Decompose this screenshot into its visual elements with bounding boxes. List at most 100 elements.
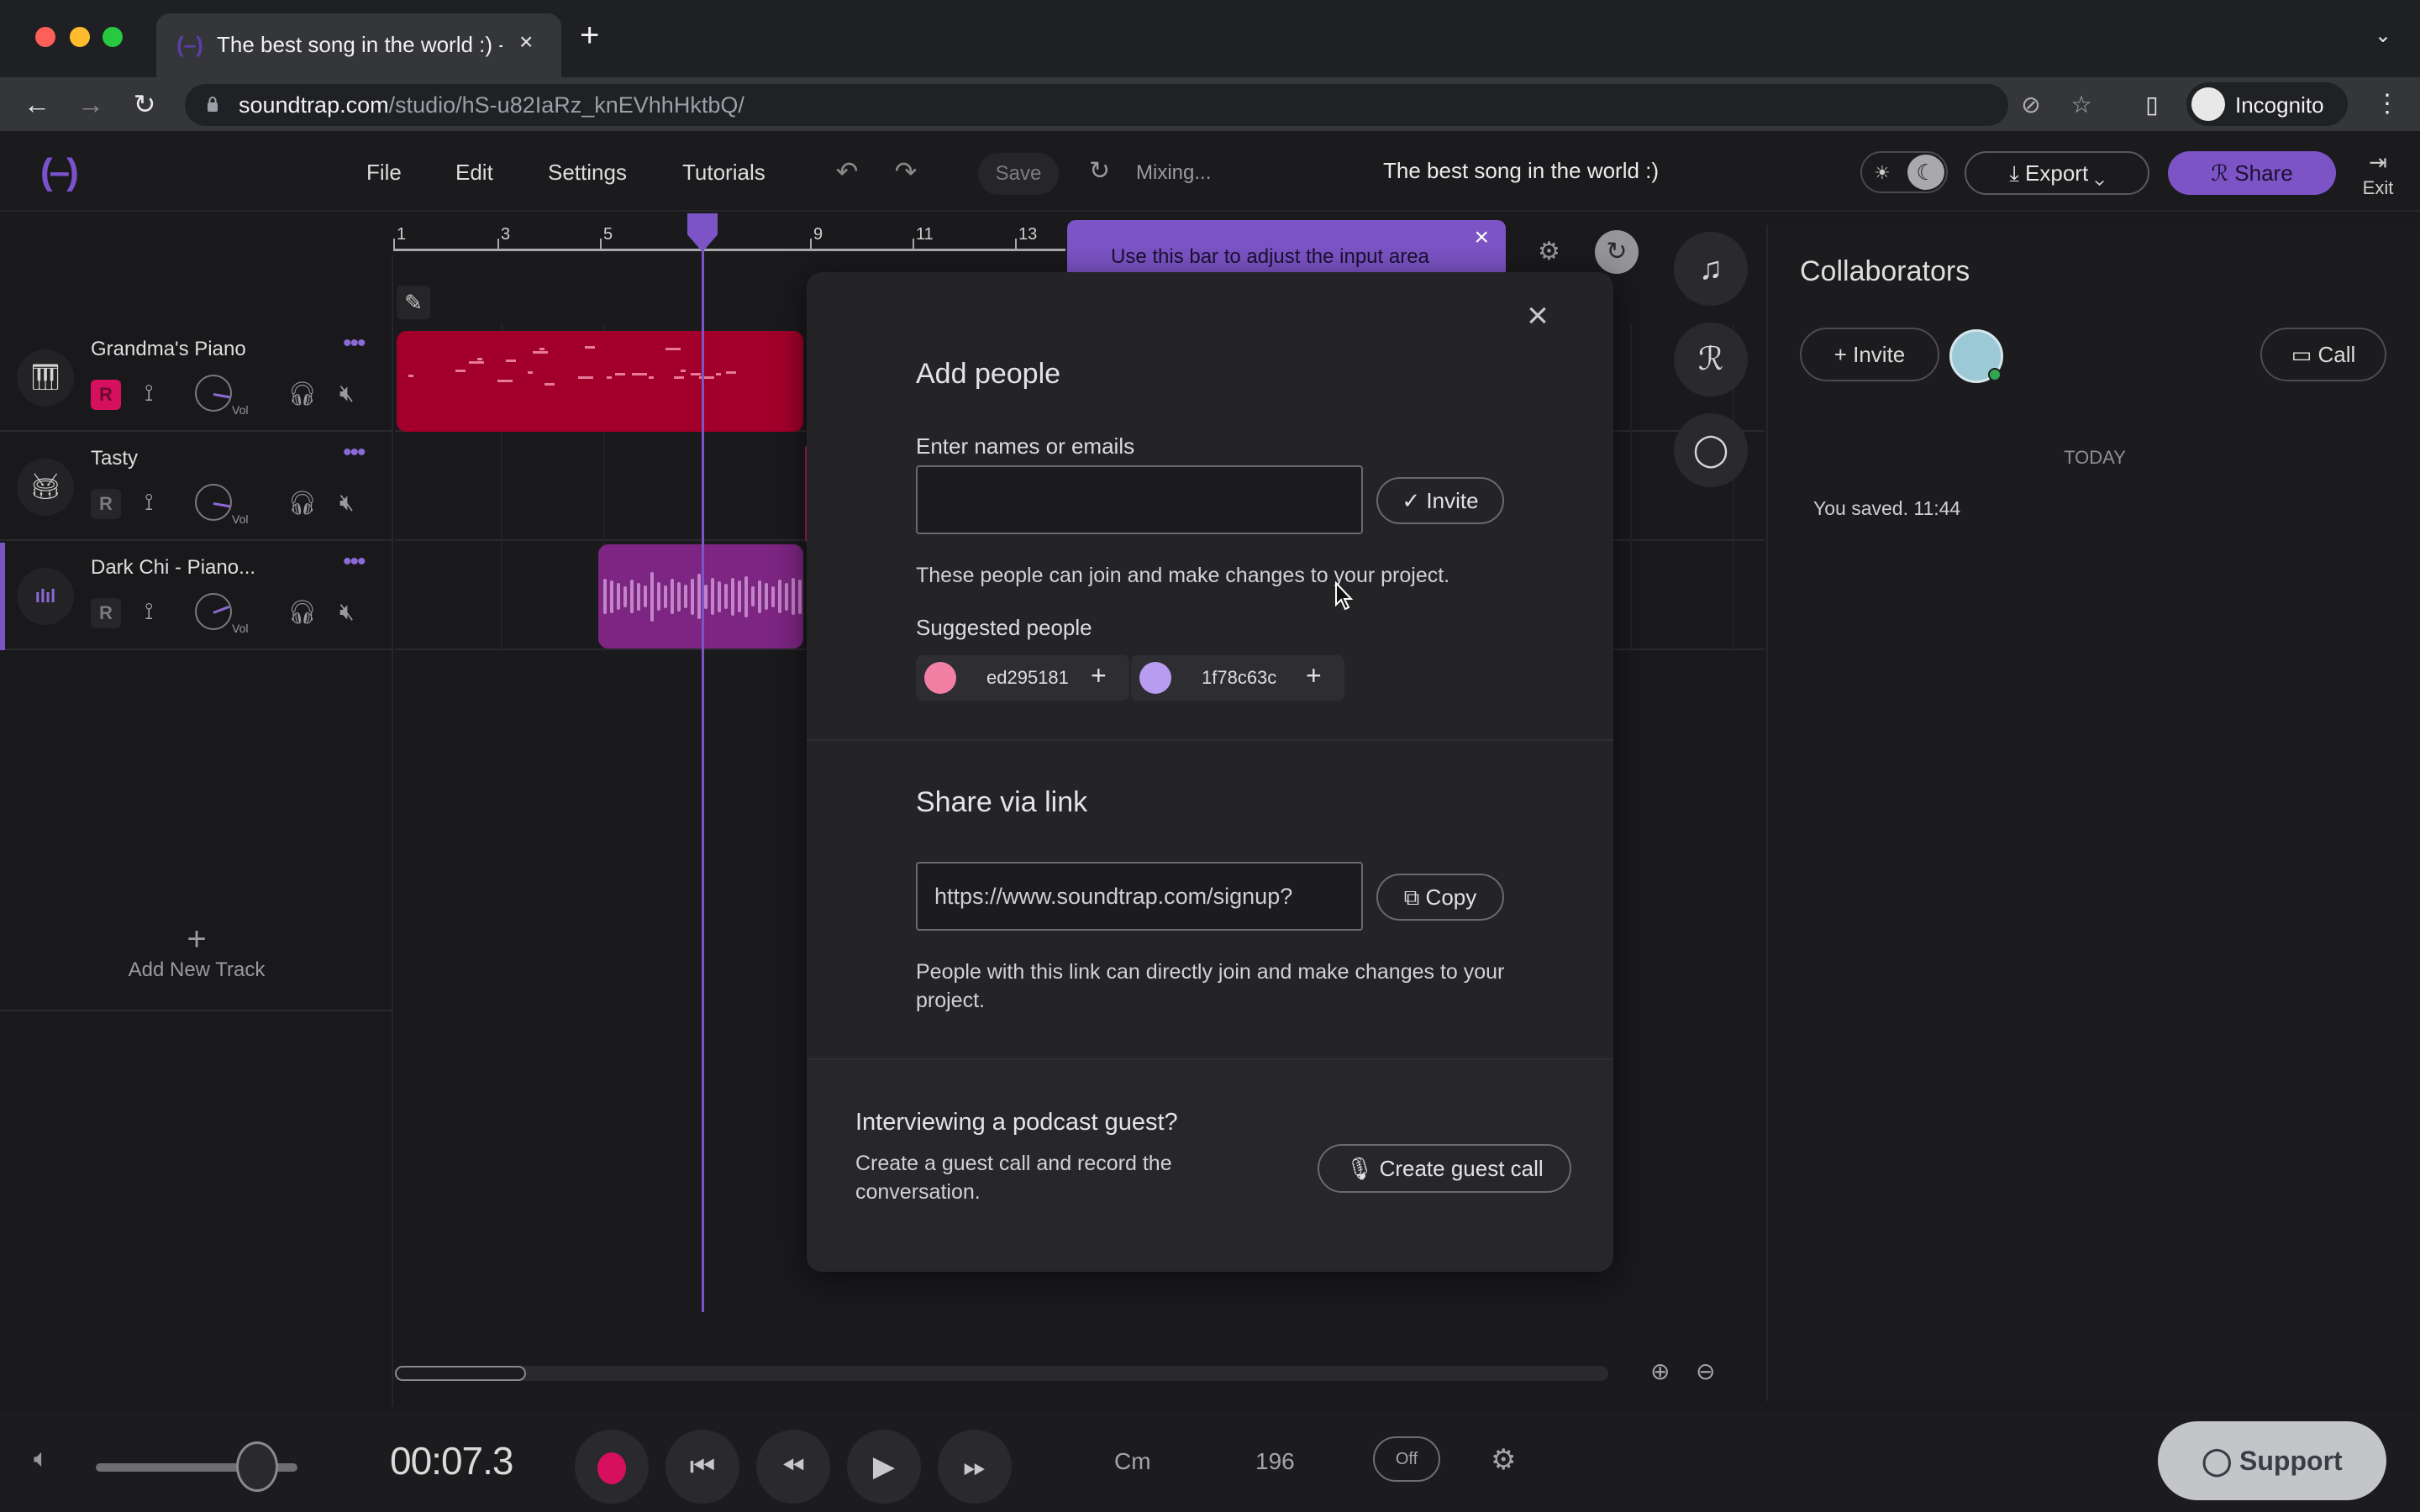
forward-arrow-icon[interactable]: → [76, 89, 106, 119]
record-arm-button[interactable]: R [91, 598, 121, 628]
zoom-out-icon[interactable]: ⊖ [1696, 1357, 1715, 1385]
bookmark-star-icon[interactable]: ☆ [2069, 92, 2094, 118]
volume-knob[interactable] [195, 593, 232, 630]
support-button[interactable]: ◯ Support [2158, 1421, 2386, 1500]
track-header[interactable]: ılıl Dark Chi - Piano... ••• R ⟟ Vol 🎧︎ … [0, 543, 393, 650]
key-selector[interactable]: Cm [1114, 1448, 1151, 1475]
save-button[interactable]: Save [978, 153, 1059, 195]
horizontal-scrollbar[interactable] [395, 1366, 1608, 1381]
window-close-button[interactable] [35, 27, 55, 47]
track-name[interactable]: Grandma's Piano [91, 338, 246, 361]
grid-line [1630, 324, 1632, 652]
project-title[interactable]: The best song in the world :) [1383, 158, 1659, 184]
browser-tab[interactable]: (–) The best song in the world :) - × [156, 13, 561, 77]
url-path: /studio/hS-u82IaRz_knEVhhHktbQ/ [388, 92, 744, 118]
track-more-options-icon[interactable]: ••• [343, 438, 366, 467]
audio-region-dark-chi[interactable] [598, 544, 803, 648]
collaborators-icon[interactable]: ℛ [1674, 323, 1748, 396]
invite-button[interactable]: ✓ Invite [1376, 477, 1504, 524]
knob-needle [213, 605, 230, 614]
mute-speaker-icon[interactable]: 🔇︎ [339, 380, 355, 407]
master-volume-thumb[interactable] [236, 1441, 278, 1492]
automation-icon[interactable]: ⟟ [145, 489, 153, 517]
soundtrap-logo[interactable]: (–) [40, 151, 79, 193]
address-bar[interactable]: soundtrap.com/studio/hS-u82IaRz_knEVhhHk… [185, 84, 2092, 126]
share-button[interactable]: ℛ Share [2168, 151, 2336, 195]
reload-icon[interactable]: ↻ [129, 89, 160, 119]
midi-note [615, 373, 625, 375]
modal-close-icon[interactable]: × [1516, 294, 1560, 338]
incognito-profile-button[interactable]: Incognito [2186, 82, 2348, 126]
volume-knob[interactable] [195, 375, 232, 412]
play-icon[interactable]: ▶︎ [847, 1430, 921, 1504]
tooltip-close-icon[interactable]: × [1474, 223, 1489, 252]
solo-headphones-icon[interactable]: 🎧︎ [287, 380, 318, 407]
collab-invite-button[interactable]: + Invite [1800, 328, 1939, 381]
export-button[interactable]: ⤓ Export ⌄ [1965, 151, 2149, 195]
menu-file[interactable]: File [366, 160, 402, 186]
track-header[interactable]: 🥁︎ Tasty ••• R ⟟ Vol 🎧︎ 🔇︎ [0, 433, 393, 541]
record-arm-button[interactable]: R [91, 380, 121, 410]
names-or-emails-input[interactable] [916, 465, 1363, 534]
midi-region-grandmas-piano[interactable] [397, 331, 803, 432]
ruler-settings-gear-icon[interactable]: ⚙ [1538, 237, 1560, 266]
suggested-person-chip[interactable]: 1f78c63c + [1131, 655, 1344, 701]
track-more-options-icon[interactable]: ••• [343, 548, 366, 576]
music-note-icon[interactable]: ♫ [1674, 232, 1748, 306]
go-to-start-icon[interactable]: ⏮︎ [666, 1430, 739, 1504]
copy-link-button[interactable]: ⧉ Copy [1376, 874, 1504, 921]
undo-icon[interactable]: ↶ [832, 156, 862, 186]
solo-headphones-icon[interactable]: 🎧︎ [287, 598, 318, 626]
automation-icon[interactable]: ⟟ [145, 598, 153, 626]
zoom-in-icon[interactable]: ⊕ [1650, 1357, 1670, 1385]
add-new-track-button[interactable]: + Add New Track [0, 917, 393, 1011]
volume-knob[interactable] [195, 484, 232, 521]
add-comment-icon[interactable]: ✎ [397, 286, 430, 319]
menu-settings[interactable]: Settings [548, 160, 627, 186]
metronome-toggle[interactable]: Off [1373, 1436, 1440, 1482]
call-button[interactable]: ▭ Call [2260, 328, 2386, 381]
tempo-field[interactable]: 196 [1255, 1448, 1295, 1475]
menu-tutorials[interactable]: Tutorials [682, 160, 765, 186]
track-more-options-icon[interactable]: ••• [343, 329, 366, 358]
copy-icon: ⧉ [1403, 885, 1426, 910]
rewind-icon[interactable]: ⏪︎ [756, 1430, 830, 1504]
back-arrow-icon[interactable]: ← [22, 89, 52, 119]
automation-icon[interactable]: ⟟ [145, 380, 153, 407]
window-zoom-button[interactable] [103, 27, 123, 47]
track-name[interactable]: Dark Chi - Piano... [91, 556, 255, 580]
side-panel-icon[interactable]: ▯ [2139, 92, 2165, 118]
track-name[interactable]: Tasty [91, 447, 138, 470]
tab-close-icon[interactable]: × [519, 29, 533, 55]
bar-number: 11 [916, 225, 934, 244]
chat-bubble-icon[interactable]: ◯ [1674, 413, 1748, 487]
theme-toggle[interactable]: ☀ ☾ [1860, 151, 1948, 193]
window-minimize-button[interactable] [70, 27, 90, 47]
mute-speaker-icon[interactable]: 🔇︎ [339, 598, 355, 626]
suggested-person-chip[interactable]: ed295181 + [916, 655, 1129, 701]
add-person-plus-icon[interactable]: + [1091, 660, 1107, 691]
new-tab-button[interactable]: + [580, 18, 599, 52]
share-link-field[interactable] [916, 862, 1363, 931]
redo-icon[interactable]: ↷ [891, 156, 921, 186]
transport-settings-gear-icon[interactable]: ⚙ [1491, 1443, 1516, 1477]
record-arm-button[interactable]: R [91, 489, 121, 519]
create-guest-call-button[interactable]: 🎙︎ Create guest call [1318, 1144, 1571, 1193]
speaker-icon[interactable]: 🔈︎ [34, 1445, 49, 1473]
waveform-bar [664, 585, 667, 608]
scrollbar-thumb[interactable] [395, 1366, 526, 1381]
solo-headphones-icon[interactable]: 🎧︎ [287, 489, 318, 517]
tracking-protection-eye-slash-icon[interactable]: ⊘ [2018, 92, 2044, 118]
exit-button[interactable]: ⇥ Exit [2353, 150, 2403, 199]
browser-menu-kebab-icon[interactable]: ⋮ [2375, 89, 2400, 118]
loop-toggle-icon[interactable]: ↻ [1595, 230, 1639, 274]
track-header[interactable]: 🎹︎ Grandma's Piano ••• R ⟟ Vol 🎧︎ 🔇︎ [0, 324, 393, 432]
add-person-plus-icon[interactable]: + [1306, 660, 1322, 691]
timeline-ruler[interactable]: 1 3 5 9 11 13 [393, 212, 1065, 255]
waveform-bar [684, 585, 687, 608]
record-button[interactable] [575, 1430, 649, 1504]
fast-forward-icon[interactable]: ⏩︎ [938, 1430, 1012, 1504]
tab-search-chevron-icon[interactable]: ⌄ [2375, 24, 2391, 48]
mute-speaker-icon[interactable]: 🔇︎ [339, 489, 355, 517]
menu-edit[interactable]: Edit [455, 160, 493, 186]
